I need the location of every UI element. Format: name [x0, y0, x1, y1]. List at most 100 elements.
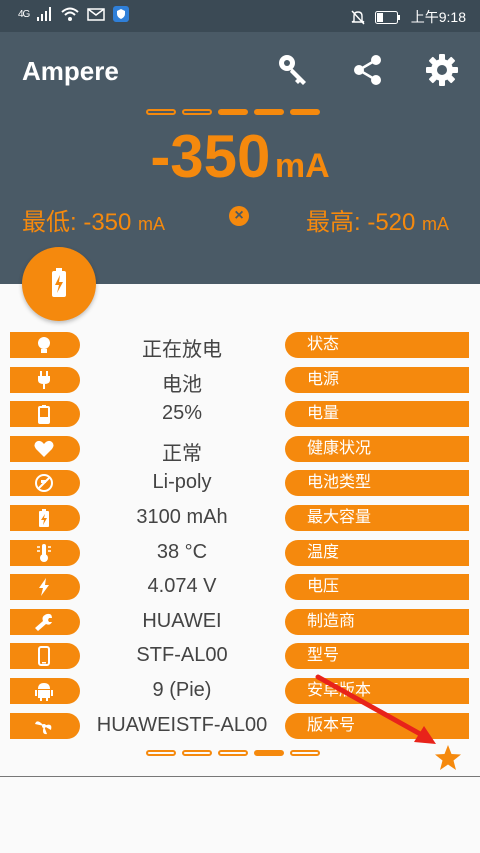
list-item: Li-poly 电池类型 [0, 467, 480, 502]
current-reading: -350 mA [0, 122, 480, 191]
row-value: 正常 [162, 442, 202, 465]
page-dot-active [254, 750, 284, 756]
row-value: HUAWEI [142, 609, 222, 632]
row-icon-pill [10, 435, 80, 462]
list-item: 电池 电源 [0, 364, 480, 399]
list-item: 正常 健康状况 [0, 433, 480, 468]
list-item: 正在放电 状态 [0, 329, 480, 364]
gear-icon[interactable] [424, 52, 460, 88]
list-item: STF-AL00 型号 [0, 640, 480, 675]
current-value: -350 [150, 123, 271, 190]
row-icon-pill [10, 470, 80, 497]
max-unit: mA [422, 214, 450, 234]
row-value: HUAWEISTF-AL00 [96, 713, 268, 736]
row-icon-pill [10, 574, 80, 601]
list-item: 4.074 V 电压 [0, 571, 480, 606]
min-label: 最低: -350 [22, 209, 132, 236]
page-dot-active [290, 109, 320, 115]
row-icon-pill [10, 643, 80, 670]
network-label: 4G [18, 8, 30, 20]
page-dot-active [218, 109, 248, 115]
row-value: 4.074 V [147, 575, 217, 598]
row-icon-pill [10, 504, 80, 531]
reset-close-icon[interactable]: × [229, 206, 249, 226]
row-value: 电池 [162, 373, 202, 396]
lightning-icon [39, 578, 49, 597]
page-dot-active [254, 109, 284, 115]
status-bar: 4G 上午9:18 [0, 0, 480, 32]
page-indicator-bottom [146, 750, 320, 756]
row-value: 3100 mAh [136, 505, 228, 528]
shield-app-icon [113, 6, 130, 22]
phone-icon [38, 646, 50, 667]
plug-icon [38, 370, 50, 389]
battery-info-list: 正在放电 状态 电池 电源 25% 电量 正常 健康状况 Li-poly 电池类… [0, 329, 480, 744]
app-title: Ampere [22, 56, 119, 86]
row-label: 状态 [285, 332, 469, 358]
battery-type-icon [35, 474, 53, 493]
row-icon-pill [10, 539, 80, 566]
heart-icon [34, 440, 54, 457]
row-icon-pill [10, 608, 80, 635]
page-indicator-top [146, 109, 320, 115]
min-reading: 最低: -350 mA [22, 202, 165, 237]
row-label: 电量 [285, 401, 469, 428]
android-icon [35, 682, 53, 701]
current-unit: mA [274, 147, 330, 185]
list-item: HUAWEISTF-AL00 版本号 [0, 710, 480, 745]
row-label: 制造商 [285, 608, 469, 635]
share-icon[interactable] [350, 52, 386, 88]
star-icon[interactable] [434, 744, 462, 772]
key-icon[interactable] [276, 52, 312, 88]
row-label: 最大容量 [285, 504, 469, 531]
row-icon-pill [10, 366, 80, 393]
page-dot [146, 109, 176, 115]
row-label: 电池类型 [285, 470, 469, 497]
page-dot [290, 750, 320, 756]
row-icon-pill [10, 677, 80, 704]
mail-icon [87, 7, 106, 21]
clock: 上午9:18 [410, 9, 466, 25]
row-label: 温度 [285, 539, 469, 566]
page-dot [182, 109, 212, 115]
row-label: 电压 [285, 574, 469, 601]
row-value: 9 (Pie) [152, 678, 212, 701]
list-item: 9 (Pie) 安卓版本 [0, 675, 480, 710]
row-label: 电源 [285, 366, 469, 393]
wifi-icon [61, 7, 80, 21]
battery-charging-icon [52, 268, 66, 297]
row-icon-pill [10, 401, 80, 428]
thermometer-icon [37, 543, 51, 562]
page-dot [218, 750, 248, 756]
max-reading: 最高: -520 mA [306, 202, 449, 237]
row-label: 型号 [285, 643, 469, 670]
fan-icon [35, 720, 52, 734]
divider [0, 776, 480, 777]
list-item: 25% 电量 [0, 398, 480, 433]
row-icon-pill [10, 712, 80, 739]
page-dot [146, 750, 176, 756]
wrench-icon [35, 613, 52, 631]
row-value: 正在放电 [142, 339, 222, 361]
lightbulb-icon [38, 337, 50, 353]
page-dot [182, 750, 212, 756]
row-value: Li-poly [152, 471, 212, 494]
row-label: 安卓版本 [285, 677, 469, 704]
row-icon-pill [10, 332, 80, 358]
min-unit: mA [138, 214, 166, 234]
battery-status-icon [374, 10, 400, 24]
row-label: 版本号 [285, 712, 469, 739]
list-item: 38 °C 温度 [0, 537, 480, 572]
battery-icon [38, 405, 50, 425]
max-label: 最高: -520 [306, 209, 416, 236]
row-label: 健康状况 [285, 435, 469, 462]
battery-charging-icon [39, 508, 49, 527]
list-item: 3100 mAh 最大容量 [0, 502, 480, 537]
row-value: 38 °C [156, 540, 208, 563]
row-value: 25% [161, 402, 203, 425]
signal-icon [37, 7, 52, 21]
list-item: HUAWEI 制造商 [0, 606, 480, 641]
battery-fab-button[interactable] [22, 247, 96, 321]
mute-icon [351, 10, 365, 24]
row-value: STF-AL00 [136, 644, 228, 667]
